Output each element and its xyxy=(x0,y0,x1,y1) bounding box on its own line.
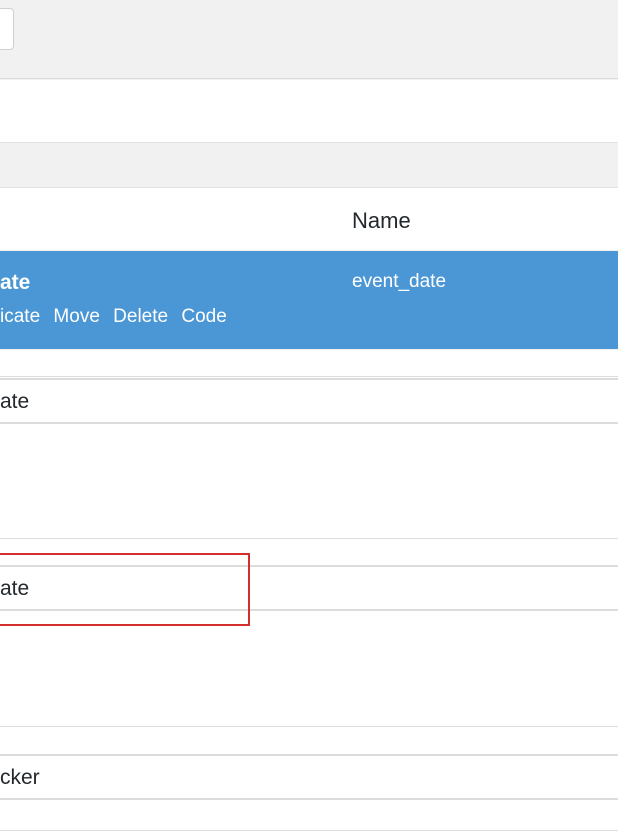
field-row-actions: icate Move Delete Code xyxy=(0,306,235,328)
move-action-link[interactable]: Move xyxy=(53,306,99,327)
panel-divider-strip xyxy=(0,143,618,188)
duplicate-action-link[interactable]: icate xyxy=(0,306,40,327)
settings-separator xyxy=(0,538,618,539)
top-toolbar xyxy=(0,0,618,79)
settings-separator xyxy=(0,376,618,377)
code-action-link[interactable]: Code xyxy=(181,306,226,327)
settings-separator xyxy=(0,830,618,831)
highlight-box xyxy=(0,553,250,626)
field-picker-input-value: cker xyxy=(0,766,40,789)
field-row-selected[interactable] xyxy=(0,251,618,349)
field-label-input[interactable] xyxy=(0,378,618,424)
delete-action-link[interactable]: Delete xyxy=(113,306,168,327)
field-label[interactable]: ate xyxy=(0,271,30,295)
column-header-name: Name xyxy=(352,208,411,233)
panel-header-area xyxy=(0,80,618,143)
field-name-cell: event_date xyxy=(352,271,447,292)
field-picker-input[interactable] xyxy=(0,754,618,800)
field-label-input-value: ate xyxy=(0,390,30,413)
toolbar-button[interactable] xyxy=(0,8,14,50)
fields-table-header xyxy=(0,188,618,250)
settings-separator xyxy=(0,726,618,727)
